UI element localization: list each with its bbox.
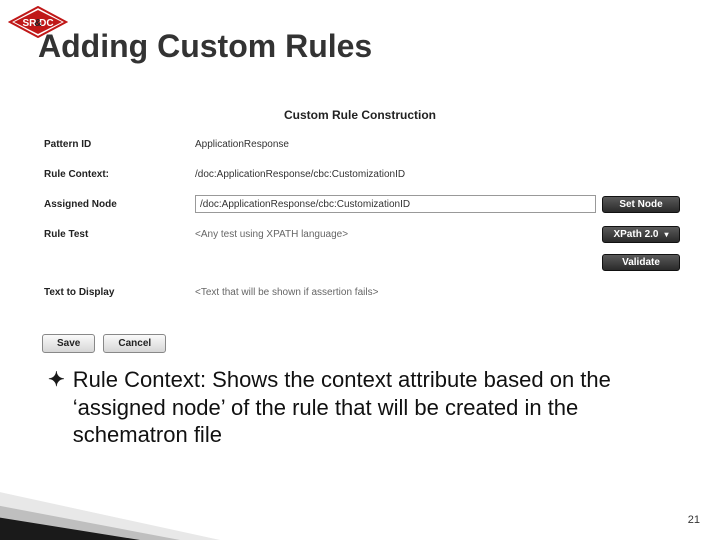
- placeholder-rule-test: <Any test using XPATH language>: [195, 229, 596, 240]
- value-rule-context: /doc:ApplicationResponse/cbc:Customizati…: [195, 169, 405, 180]
- bullet-text: Rule Context: Shows the context attribut…: [73, 366, 680, 449]
- placeholder-text-display: <Text that will be shown if assertion fa…: [195, 287, 680, 298]
- page-number: 21: [688, 514, 700, 526]
- bullet-icon: ✦: [48, 366, 65, 394]
- row-validate: Validate: [40, 250, 680, 274]
- value-pattern-id: ApplicationResponse: [195, 139, 289, 150]
- label-pattern-id: Pattern ID: [40, 139, 195, 150]
- label-rule-context: Rule Context:: [40, 169, 195, 180]
- row-assigned-node: Assigned Node Set Node: [40, 192, 680, 216]
- bullet: ✦ Rule Context: Shows the context attrib…: [48, 366, 680, 449]
- page-title: Adding Custom Rules: [38, 28, 372, 65]
- label-assigned-node: Assigned Node: [40, 199, 195, 210]
- decorative-wedge: [0, 470, 220, 540]
- label-rule-test: Rule Test: [40, 229, 195, 240]
- set-node-button[interactable]: Set Node: [602, 196, 680, 213]
- row-text-display: Text to Display <Text that will be shown…: [40, 280, 680, 304]
- xpath-version-button[interactable]: XPath 2.0: [602, 226, 680, 243]
- row-rule-test: Rule Test <Any test using XPATH language…: [40, 222, 680, 246]
- cancel-button[interactable]: Cancel: [103, 334, 166, 353]
- validate-button[interactable]: Validate: [602, 254, 680, 271]
- row-rule-context: Rule Context: /doc:ApplicationResponse/c…: [40, 162, 680, 186]
- input-assigned-node[interactable]: [195, 195, 596, 213]
- action-row: Save Cancel: [40, 334, 680, 353]
- form-panel: Custom Rule Construction Pattern ID Appl…: [40, 108, 680, 353]
- row-pattern-id: Pattern ID ApplicationResponse: [40, 132, 680, 156]
- save-button[interactable]: Save: [42, 334, 95, 353]
- label-text-display: Text to Display: [40, 287, 195, 298]
- panel-heading: Custom Rule Construction: [40, 108, 680, 122]
